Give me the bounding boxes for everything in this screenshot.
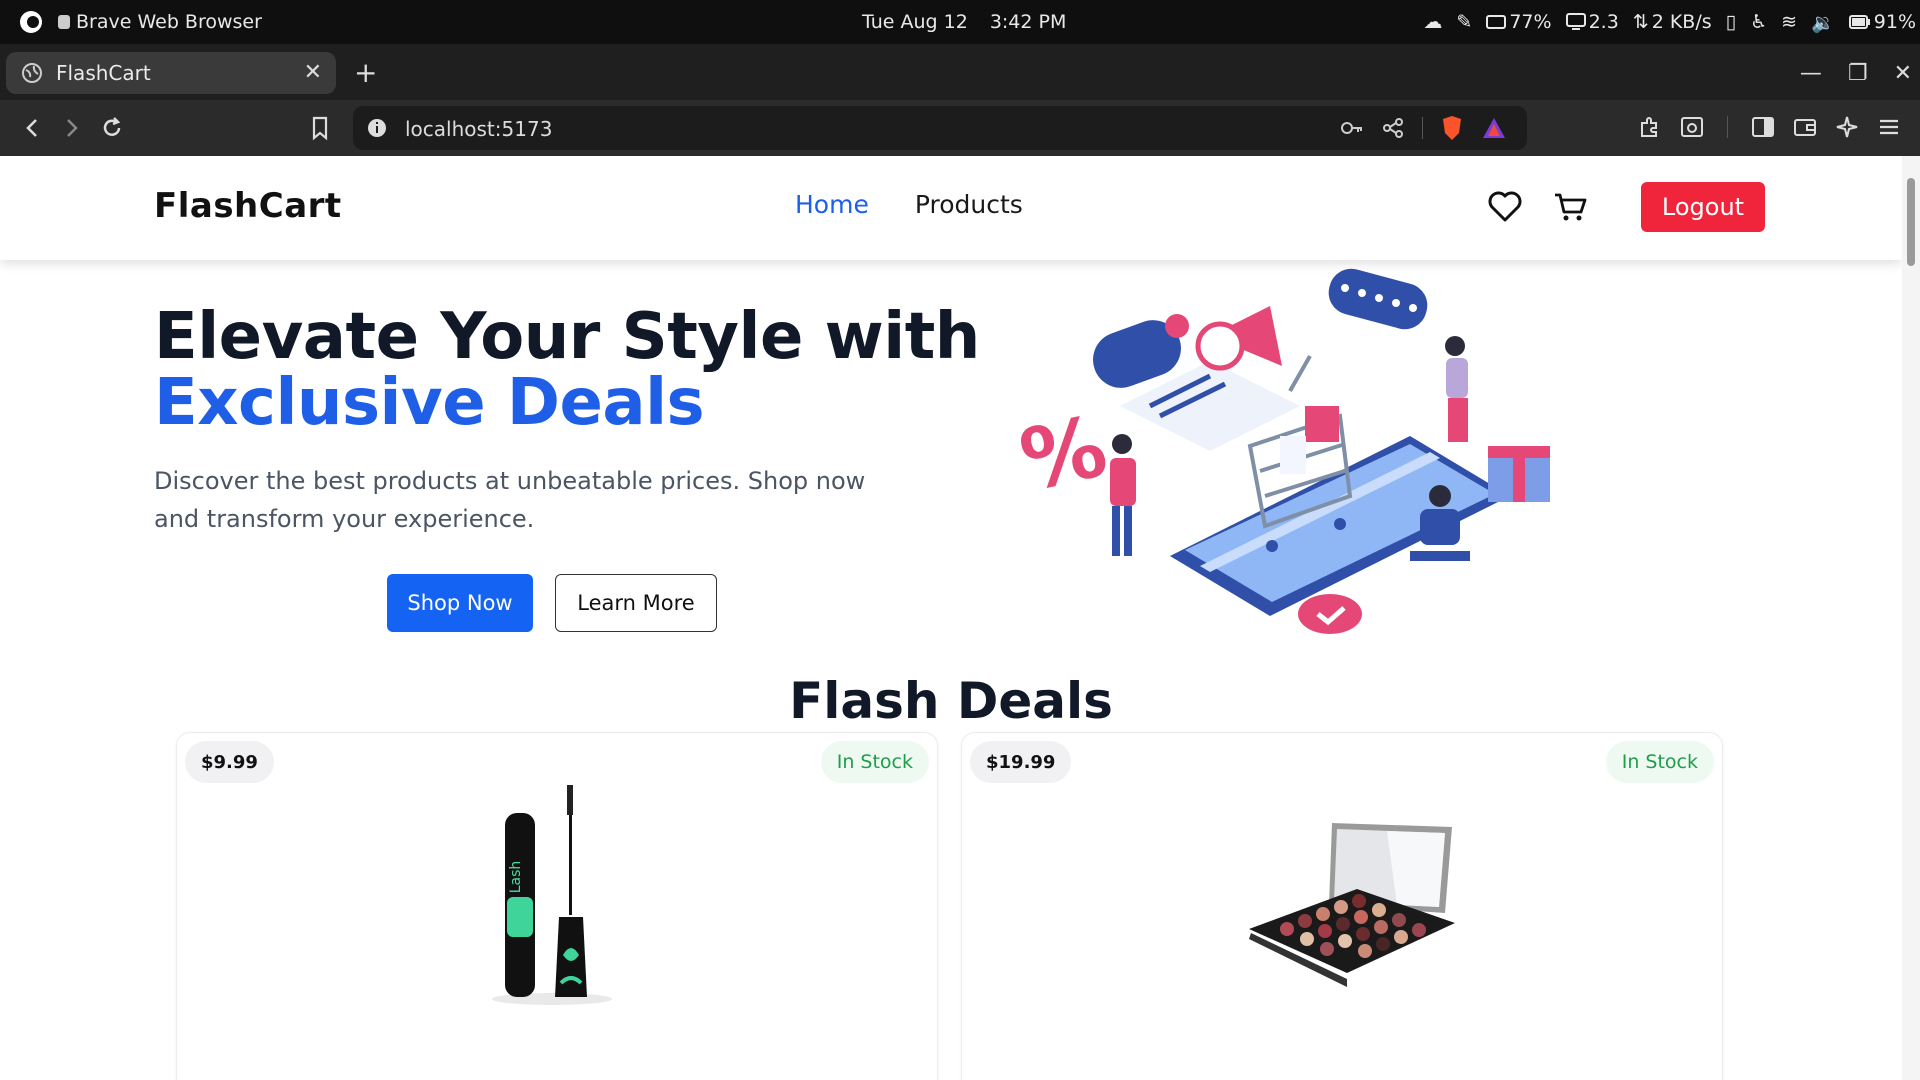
- hero-title-line1: Elevate Your Style with: [154, 300, 980, 374]
- os-date: Tue Aug 12: [862, 11, 968, 33]
- os-clock[interactable]: Tue Aug 12 3:42 PM: [862, 0, 1066, 44]
- cpu-value: 77%: [1509, 11, 1552, 33]
- battery-value: 91%: [1873, 11, 1916, 33]
- back-icon[interactable]: [18, 114, 46, 142]
- leo-ai-icon[interactable]: [1834, 114, 1860, 140]
- extensions-icon[interactable]: [1637, 114, 1663, 140]
- tab-title: FlashCart: [56, 61, 151, 85]
- scrollbar-thumb[interactable]: [1907, 178, 1915, 266]
- wallet-icon[interactable]: [1792, 114, 1818, 140]
- volume-icon[interactable]: 🔉: [1811, 11, 1835, 34]
- window-controls: — ❐ ✕: [1800, 52, 1912, 94]
- shop-now-button[interactable]: Shop Now: [387, 574, 533, 632]
- bookmark-icon[interactable]: [306, 114, 334, 142]
- brave-rewards-icon[interactable]: [1481, 116, 1507, 140]
- flash-deals-title: Flash Deals: [789, 672, 1113, 730]
- reload-icon[interactable]: [98, 114, 126, 142]
- price-badge: $9.99: [185, 741, 274, 783]
- product-card[interactable]: $19.99 In Stock: [961, 732, 1723, 1080]
- minimize-icon[interactable]: —: [1800, 61, 1822, 86]
- updown-arrows-icon: ⇅: [1632, 11, 1649, 33]
- product-card[interactable]: $9.99 In Stock Lash: [176, 732, 938, 1080]
- cpu-icon: [1486, 15, 1507, 29]
- globe-icon: [22, 63, 42, 83]
- toolbar-divider: [1727, 116, 1728, 138]
- main-menu: Home Products: [795, 190, 1023, 219]
- browser-tab-strip: FlashCart ✕ + — ❐ ✕: [0, 44, 1920, 100]
- eyeshadow-palette-image[interactable]: [1247, 813, 1457, 993]
- url-text[interactable]: localhost:5173: [405, 117, 552, 141]
- browser-tools: [1637, 114, 1902, 140]
- battery-icon: [1848, 15, 1870, 29]
- new-tab-icon[interactable]: +: [354, 56, 377, 89]
- menu-icon[interactable]: [1876, 114, 1902, 140]
- cpu-indicator[interactable]: 77%: [1486, 11, 1552, 33]
- browser-toolbar: localhost:5173: [0, 100, 1920, 156]
- close-window-icon[interactable]: ✕: [1894, 61, 1912, 86]
- brave-shields-icon[interactable]: [1441, 115, 1463, 141]
- stock-badge: In Stock: [1605, 741, 1714, 783]
- brand-logo[interactable]: FlashCart: [154, 186, 342, 226]
- share-icon[interactable]: [1382, 117, 1404, 139]
- cloud-icon[interactable]: ☁: [1423, 11, 1442, 33]
- os-app-indicator: Brave Web Browser: [18, 0, 262, 44]
- hero-subtitle: Discover the best products at unbeatable…: [154, 467, 866, 533]
- accessibility-icon[interactable]: ♿: [1750, 11, 1767, 33]
- page-viewport: FlashCart Home Products Logout Elevate Y…: [0, 156, 1902, 1080]
- site-navbar: FlashCart Home Products Logout: [0, 156, 1902, 260]
- svg-text:%: %: [1012, 397, 1115, 510]
- browser-tab[interactable]: FlashCart ✕: [6, 52, 336, 94]
- os-top-bar: Brave Web Browser Tue Aug 12 3:42 PM ☁ ✎…: [0, 0, 1920, 44]
- address-bar[interactable]: localhost:5173: [353, 106, 1527, 150]
- brave-app-icon: [58, 15, 70, 29]
- page-scrollbar[interactable]: [1902, 156, 1920, 1080]
- os-time: 3:42 PM: [989, 11, 1067, 33]
- logout-button[interactable]: Logout: [1641, 182, 1765, 232]
- navbar-actions: Logout: [1487, 182, 1765, 232]
- stock-badge: In Stock: [820, 741, 929, 783]
- toolbar-divider: [1422, 117, 1423, 139]
- monitor-icon: [1565, 13, 1586, 30]
- load-value: 2.3: [1588, 11, 1619, 33]
- wishlist-heart-icon[interactable]: [1487, 191, 1523, 223]
- nav-products-link[interactable]: Products: [915, 190, 1023, 219]
- close-tab-icon[interactable]: ✕: [304, 60, 322, 85]
- pen-icon[interactable]: ✎: [1456, 11, 1472, 33]
- wifi-icon[interactable]: ≋: [1781, 11, 1797, 33]
- sidebar-icon[interactable]: [1750, 114, 1776, 140]
- distro-logo-icon[interactable]: [18, 9, 44, 35]
- battery-indicator[interactable]: 91%: [1848, 11, 1916, 33]
- address-bar-actions: [1340, 114, 1507, 142]
- page-search-icon[interactable]: [1679, 114, 1705, 140]
- key-icon[interactable]: [1340, 118, 1364, 138]
- nav-home-link[interactable]: Home: [795, 190, 869, 219]
- price-badge: $19.99: [970, 741, 1072, 783]
- hero-shopping-illustration: %: [1012, 268, 1550, 634]
- svg-text:Lash: Lash: [508, 861, 524, 894]
- cart-icon[interactable]: [1553, 191, 1589, 223]
- hero-title: Elevate Your Style with Exclusive Deals: [154, 304, 980, 436]
- hero-title-accent: Exclusive Deals: [154, 366, 705, 440]
- network-indicator[interactable]: ⇅ 2 KB/s: [1633, 11, 1712, 33]
- system-tray: ☁ ✎ 77% 2.3 ⇅ 2 KB/s ▯ ♿ ≋ 🔉 91%: [1423, 0, 1916, 44]
- active-app-name[interactable]: Brave Web Browser: [76, 11, 262, 33]
- clipboard-icon[interactable]: ▯: [1726, 11, 1736, 33]
- forward-icon[interactable]: [58, 114, 86, 142]
- load-indicator[interactable]: 2.3: [1565, 11, 1619, 33]
- network-value: 2 KB/s: [1651, 11, 1712, 33]
- mascara-product-image[interactable]: Lash: [487, 777, 617, 1007]
- site-info-icon[interactable]: [367, 118, 387, 138]
- learn-more-button[interactable]: Learn More: [555, 574, 717, 632]
- restore-icon[interactable]: ❐: [1848, 61, 1868, 86]
